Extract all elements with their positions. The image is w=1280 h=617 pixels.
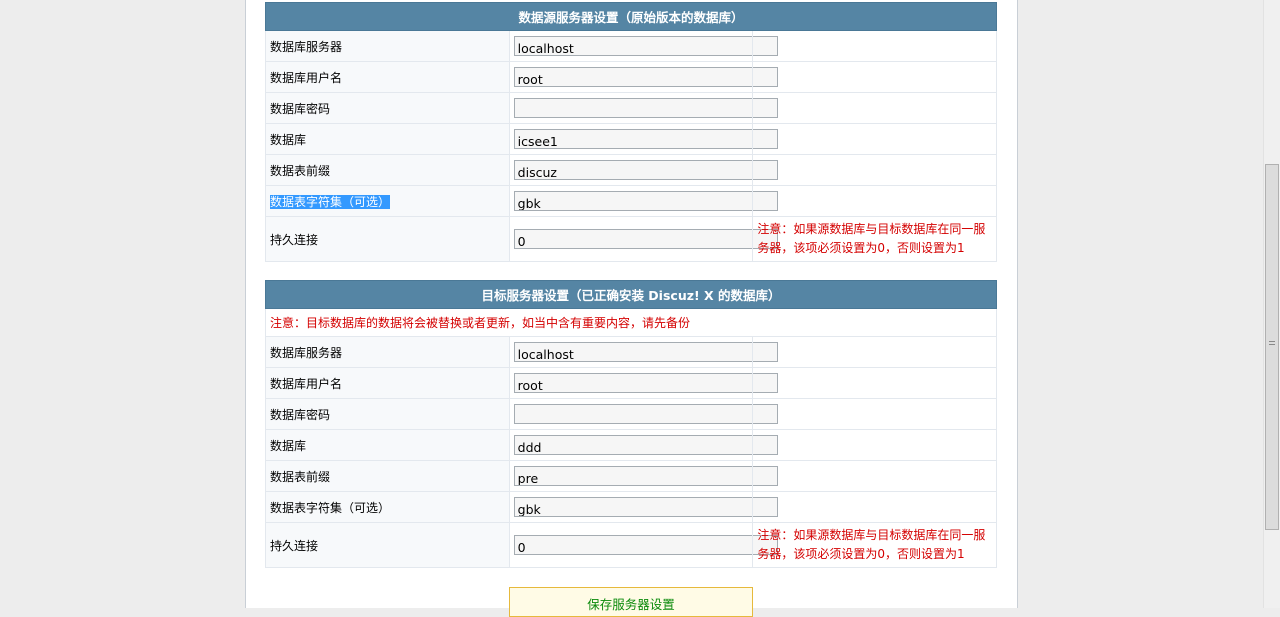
table-row: 数据库用户名	[265, 61, 997, 93]
source-db-server-input[interactable]	[513, 36, 778, 56]
source-db-user-label: 数据库用户名	[265, 61, 510, 93]
save-server-settings-button[interactable]: 保存服务器设置	[509, 587, 753, 617]
target-db-name-label: 数据库	[265, 429, 510, 461]
table-row: 数据表前缀	[265, 154, 997, 186]
source-table-prefix-input[interactable]	[513, 160, 778, 180]
target-db-password-label: 数据库密码	[265, 398, 510, 430]
source-db-server-label: 数据库服务器	[265, 30, 510, 62]
source-persistent-note: 注意：如果源数据库与目标数据库在同一服务器，该项必须设置为0，否则设置为1	[752, 216, 997, 262]
target-db-server-label: 数据库服务器	[265, 336, 510, 368]
target-charset-label: 数据表字符集（可选）	[265, 491, 510, 523]
vertical-scrollbar[interactable]	[1263, 0, 1280, 608]
target-db-server-input[interactable]	[513, 342, 778, 362]
target-db-user-label: 数据库用户名	[265, 367, 510, 399]
table-row: 数据库服务器	[265, 30, 997, 62]
table-row: 数据库密码	[265, 398, 997, 430]
table-row: 持久连接 注意：如果源数据库与目标数据库在同一服务器，该项必须设置为0，否则设置…	[265, 216, 997, 262]
table-row: 数据表字符集（可选）	[265, 185, 997, 217]
target-warning-text: 注意：目标数据库的数据将会被替换或者更新，如当中含有重要内容，请先备份	[265, 308, 997, 337]
grip-icon	[1269, 341, 1275, 345]
source-charset-input[interactable]	[513, 191, 778, 211]
source-settings-table: 数据源服务器设置（原始版本的数据库） 数据库服务器 数据库用户名 数据库密码 数…	[265, 2, 997, 262]
table-row: 数据库用户名	[265, 367, 997, 399]
table-row: 数据库	[265, 123, 997, 155]
table-row: 数据库密码	[265, 92, 997, 124]
target-charset-input[interactable]	[513, 497, 778, 517]
source-charset-label: 数据表字符集（可选）	[270, 194, 391, 209]
table-row: 持久连接 注意：如果源数据库与目标数据库在同一服务器，该项必须设置为0，否则设置…	[265, 522, 997, 568]
source-db-name-label: 数据库	[265, 123, 510, 155]
target-persistent-input[interactable]	[513, 535, 778, 555]
source-section-title: 数据源服务器设置（原始版本的数据库）	[265, 2, 997, 31]
target-table-prefix-input[interactable]	[513, 466, 778, 486]
target-db-name-input[interactable]	[513, 435, 778, 455]
target-db-password-input[interactable]	[513, 404, 778, 424]
target-persistent-label: 持久连接	[265, 522, 510, 568]
target-settings-table: 目标服务器设置（已正确安装 Discuz! X 的数据库） 注意：目标数据库的数…	[265, 280, 997, 568]
source-db-user-input[interactable]	[513, 67, 778, 87]
target-db-user-input[interactable]	[513, 373, 778, 393]
table-row: 数据表字符集（可选）	[265, 491, 997, 523]
source-db-password-label: 数据库密码	[265, 92, 510, 124]
table-row: 数据表前缀	[265, 460, 997, 492]
source-db-name-input[interactable]	[513, 129, 778, 149]
target-table-prefix-label: 数据表前缀	[265, 460, 510, 492]
source-persistent-label: 持久连接	[265, 216, 510, 262]
table-row: 数据库	[265, 429, 997, 461]
scrollbar-thumb[interactable]	[1265, 164, 1279, 530]
source-db-password-input[interactable]	[513, 98, 778, 118]
target-section-title: 目标服务器设置（已正确安装 Discuz! X 的数据库）	[265, 280, 997, 309]
source-persistent-input[interactable]	[513, 229, 778, 249]
table-row: 数据库服务器	[265, 336, 997, 368]
source-table-prefix-label: 数据表前缀	[265, 154, 510, 186]
target-persistent-note: 注意：如果源数据库与目标数据库在同一服务器，该项必须设置为0，否则设置为1	[752, 522, 997, 568]
